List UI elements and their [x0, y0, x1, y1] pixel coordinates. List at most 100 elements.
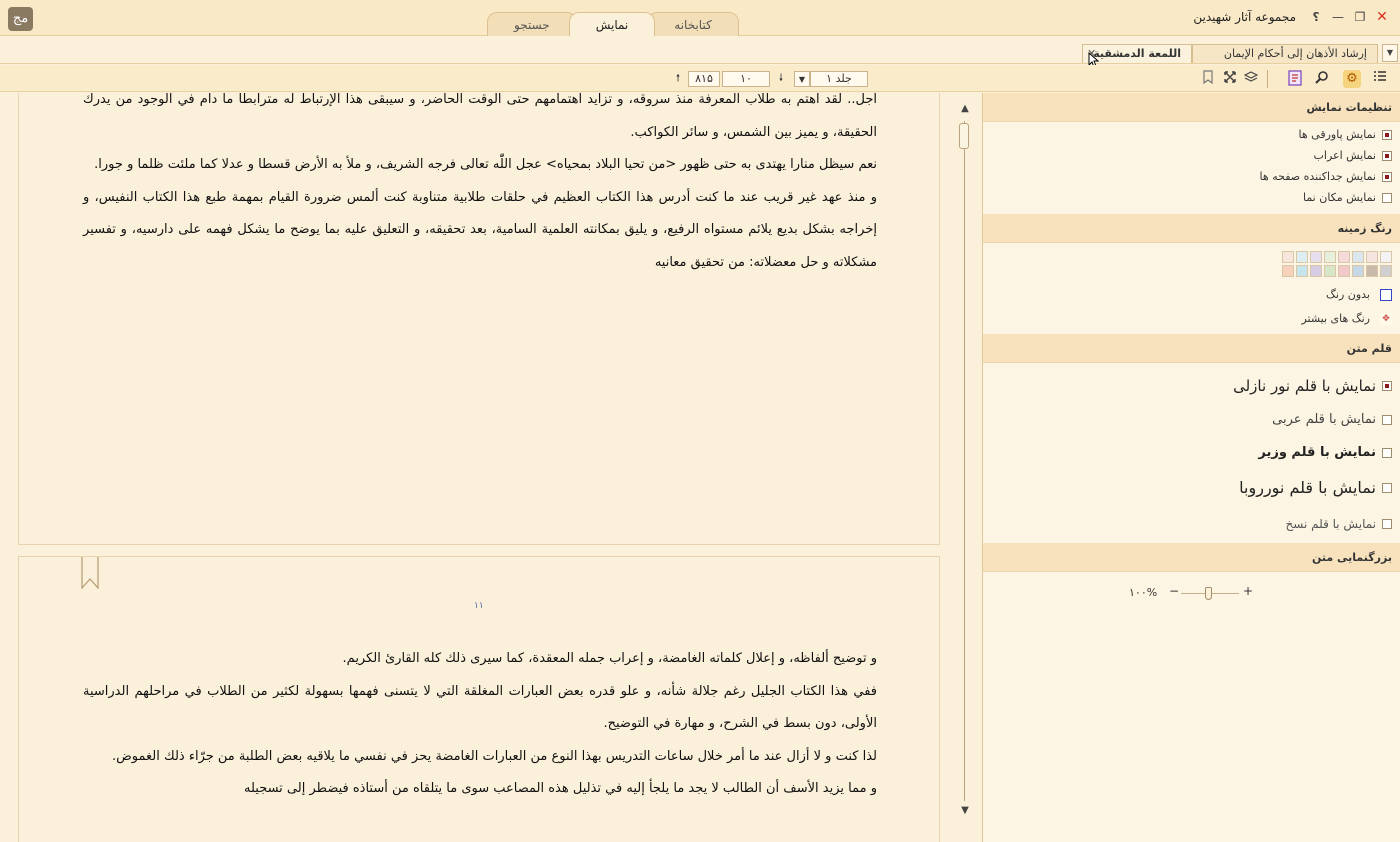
book-tabs-bar: ▼ إرشاد الأذهان إلى أحكام الإيمان ✕ اللم…: [0, 37, 1400, 64]
swatch-column: [1324, 251, 1336, 283]
checkbox[interactable]: [1382, 129, 1392, 140]
color-swatch[interactable]: [1366, 251, 1378, 263]
scroll-thumb[interactable]: [959, 123, 969, 149]
notes-icon[interactable]: [1286, 70, 1304, 88]
swatch-column: [1366, 251, 1378, 283]
paragraph: لذا كنت و لا أزال عند ما أمر خلال ساعات …: [111, 748, 877, 764]
option-page-separators[interactable]: نمایش جداکننده صفحه ها: [983, 166, 1400, 187]
radio[interactable]: [1382, 518, 1392, 529]
color-swatch[interactable]: [1380, 251, 1392, 263]
zoom-control: ۱۰۰% − +: [983, 572, 1400, 612]
option-footnotes[interactable]: نمایش پاورقی ها: [983, 124, 1400, 145]
main-tabs: کتابخانه نمایش جستجو: [487, 12, 739, 36]
option-label: نمایش پاورقی ها: [1298, 128, 1376, 141]
page-bookmark-icon[interactable]: [81, 557, 99, 589]
book-tab-label: اللمعة الدمشقية: [1093, 47, 1181, 60]
option-cursor[interactable]: نمایش مکان نما: [983, 187, 1400, 208]
display-settings-header: تنظیمات نمایش: [983, 93, 1400, 122]
more-colors-label: رنگ های بیشتر: [1301, 312, 1370, 325]
book-page: ۱۱ و توضيح ألفاظه، و إعلال كلماته الغامض…: [18, 556, 940, 842]
checkbox[interactable]: [1382, 150, 1392, 161]
color-swatch[interactable]: [1282, 265, 1294, 277]
font-option-naskh[interactable]: نمایش با قلم نسخ: [983, 506, 1400, 541]
more-colors-option[interactable]: ✥ رنگ های بیشتر: [983, 307, 1400, 331]
option-label: نمایش مکان نما: [1302, 191, 1376, 204]
font-label: نمایش با قلم نورروبا: [1239, 478, 1376, 497]
color-swatch[interactable]: [1352, 251, 1364, 263]
option-diacritics[interactable]: نمایش اعراب: [983, 145, 1400, 166]
fullscreen-icon[interactable]: [1221, 70, 1239, 88]
page-number-value: ۱۰: [740, 72, 752, 85]
previous-page-icon[interactable]: 🠕: [671, 71, 685, 87]
tab-library[interactable]: کتابخانه: [647, 12, 739, 36]
color-swatch[interactable]: [1296, 251, 1308, 263]
checkbox[interactable]: [1382, 171, 1392, 182]
minimize-icon[interactable]: —: [1330, 9, 1346, 25]
navigation-toolbar: جلد ۱ ▼ 🠗 ۱۰ ۸۱۵ 🠕 ⚙: [0, 65, 1400, 92]
zoom-value: ۱۰۰%: [1129, 586, 1158, 599]
restore-icon[interactable]: ❐: [1352, 9, 1368, 25]
font-option-vazir[interactable]: نمایش با قلم وزیر: [983, 436, 1400, 469]
color-swatch[interactable]: [1310, 251, 1322, 263]
color-swatch[interactable]: [1366, 265, 1378, 277]
help-icon[interactable]: ؟: [1308, 9, 1324, 25]
scroll-track[interactable]: [964, 121, 965, 801]
volume-dropdown-button[interactable]: ▼: [794, 71, 810, 87]
color-swatch[interactable]: [1380, 265, 1392, 277]
color-swatch[interactable]: [1352, 265, 1364, 277]
color-swatch[interactable]: [1324, 251, 1336, 263]
checkbox[interactable]: [1382, 192, 1392, 203]
volume-select[interactable]: جلد ۱: [810, 71, 868, 87]
color-swatch[interactable]: [1282, 251, 1294, 263]
chevron-down-icon: ▼: [798, 75, 806, 84]
text-font-header: قلم متن: [983, 334, 1400, 363]
font-option-nazli[interactable]: نمایش با قلم نور نازلی: [983, 369, 1400, 403]
radio[interactable]: [1382, 381, 1392, 391]
zoom-slider-thumb[interactable]: [1205, 587, 1212, 600]
zoom-out-button[interactable]: −: [1169, 584, 1179, 598]
paragraph: و توضيح ألفاظه، و إعلال كلماته الغامضة، …: [342, 651, 877, 666]
chevron-down-icon: ▼: [1386, 48, 1394, 57]
color-swatch[interactable]: [1296, 265, 1308, 277]
font-option-noorroya[interactable]: نمایش با قلم نورروبا: [983, 469, 1400, 506]
vertical-scrollbar[interactable]: ▲ ▼: [957, 93, 973, 842]
tab-display[interactable]: نمایش: [568, 12, 656, 36]
page-text: أجل.. لقد اهتم به طلاب المعرفة منذ سروقه…: [19, 93, 939, 279]
scroll-up-icon[interactable]: ▲: [959, 103, 971, 115]
display-options: نمایش پاورقی ها نمایش اعراب نمایش جداکنن…: [983, 122, 1400, 214]
book-tabs-dropdown[interactable]: ▼: [1382, 44, 1398, 62]
volume-value: جلد ۱: [826, 72, 852, 85]
gear-icon[interactable]: ⚙: [1343, 70, 1361, 88]
bookmark-icon[interactable]: [1199, 70, 1217, 88]
font-label: نمایش با قلم وزیر: [1258, 445, 1376, 460]
zoom-in-button[interactable]: +: [1243, 584, 1253, 598]
book-tab-irshad[interactable]: إرشاد الأذهان إلى أحكام الإيمان: [1192, 44, 1378, 63]
color-swatch[interactable]: [1338, 265, 1350, 277]
color-swatch[interactable]: [1324, 265, 1336, 277]
radio[interactable]: [1382, 482, 1392, 493]
layers-icon[interactable]: [1242, 70, 1260, 88]
close-icon[interactable]: ✕: [1374, 9, 1390, 25]
search-icon[interactable]: [1313, 70, 1331, 88]
scroll-down-icon[interactable]: ▼: [959, 805, 971, 817]
page-number-input[interactable]: ۱۰: [722, 71, 770, 87]
paragraph: و منذ عهد غير قريب عند ما كنت أدرس هذا ا…: [83, 189, 877, 270]
paragraph: أجل.. لقد اهتم به طلاب المعرفة منذ سروقه…: [83, 93, 877, 140]
font-option-arabic[interactable]: نمایش با قلم عربی: [983, 403, 1400, 436]
radio[interactable]: [1382, 447, 1392, 458]
font-options: نمایش با قلم نور نازلی نمایش با قلم عربی…: [983, 363, 1400, 543]
color-swatch[interactable]: [1338, 251, 1350, 263]
palette-icon[interactable]: ✥: [1380, 313, 1392, 325]
no-color-option[interactable]: بدون رنگ: [983, 283, 1400, 307]
toolbar-separator: [1267, 70, 1268, 88]
menu-icon[interactable]: [1371, 70, 1389, 88]
radio[interactable]: [1382, 414, 1392, 425]
no-color-box[interactable]: [1380, 289, 1392, 301]
tab-search[interactable]: جستجو: [487, 12, 577, 36]
swatch-column: [1296, 251, 1308, 283]
font-label: نمایش با قلم نور نازلی: [1233, 377, 1376, 395]
option-label: نمایش جداکننده صفحه ها: [1259, 170, 1376, 183]
next-page-icon[interactable]: 🠗: [774, 71, 788, 87]
zoom-header: بزرگنمایی متن: [983, 543, 1400, 572]
color-swatch[interactable]: [1310, 265, 1322, 277]
